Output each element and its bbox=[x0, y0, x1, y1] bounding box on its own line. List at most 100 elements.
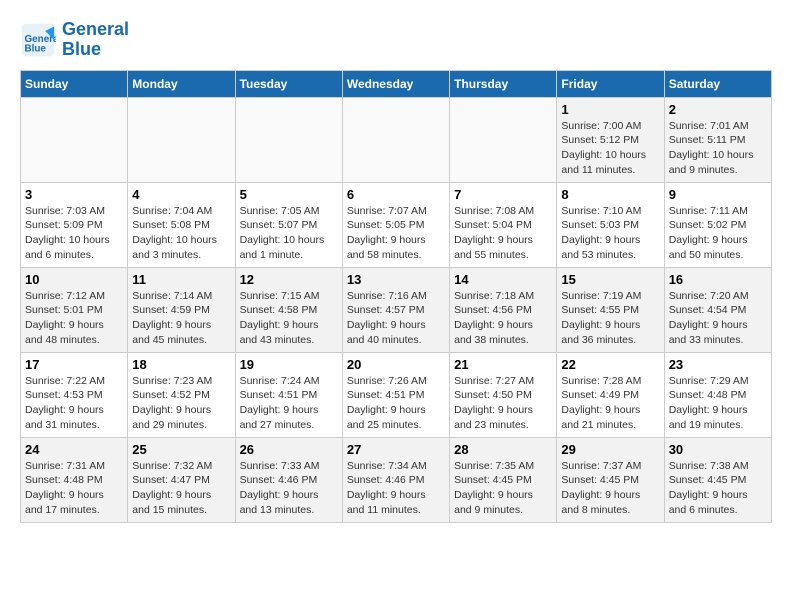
calendar-cell: 9 Sunrise: 7:11 AM Sunset: 5:02 PM Daylig… bbox=[664, 182, 771, 267]
day-number: 10 bbox=[25, 272, 123, 287]
calendar-cell: 13Sunrise: 7:16 AM Sunset: 4:57 PM Dayli… bbox=[342, 267, 449, 352]
calendar-cell: 19 Sunrise: 7:24 AM Sunset: 4:51 PM Dayli… bbox=[235, 352, 342, 437]
day-info: Sunrise: 7:31 AM Sunset: 4:48 PM Dayligh… bbox=[25, 459, 123, 518]
calendar-cell: 25 Sunrise: 7:32 AM Sunset: 4:47 PM Dayli… bbox=[128, 437, 235, 522]
calendar-cell: 23 Sunrise: 7:29 AM Sunset: 4:48 PM Dayli… bbox=[664, 352, 771, 437]
calendar-cell: 14Sunrise: 7:18 AM Sunset: 4:56 PM Dayli… bbox=[450, 267, 557, 352]
day-number: 11 bbox=[132, 272, 230, 287]
day-info: Sunrise: 7:33 AM Sunset: 4:46 PM Dayligh… bbox=[240, 459, 338, 518]
svg-text:Blue: Blue bbox=[25, 43, 47, 54]
calendar-cell: 1 Sunrise: 7:00 AM Sunset: 5:12 PM Daylig… bbox=[557, 97, 664, 182]
day-number: 3 bbox=[25, 187, 123, 202]
day-number: 16 bbox=[669, 272, 767, 287]
calendar-cell: 18 Sunrise: 7:23 AM Sunset: 4:52 PM Dayli… bbox=[128, 352, 235, 437]
calendar-cell: 7Sunrise: 7:08 AM Sunset: 5:04 PM Daylig… bbox=[450, 182, 557, 267]
day-number: 17 bbox=[25, 357, 123, 372]
calendar-cell: 15 Sunrise: 7:19 AM Sunset: 4:55 PM Dayli… bbox=[557, 267, 664, 352]
day-number: 28 bbox=[454, 442, 552, 457]
calendar-cell: 6 Sunrise: 7:07 AM Sunset: 5:05 PM Daylig… bbox=[342, 182, 449, 267]
calendar-cell: 12 Sunrise: 7:15 AM Sunset: 4:58 PM Dayli… bbox=[235, 267, 342, 352]
day-number: 25 bbox=[132, 442, 230, 457]
calendar-cell: 4 Sunrise: 7:04 AM Sunset: 5:08 PM Daylig… bbox=[128, 182, 235, 267]
day-info: Sunrise: 7:08 AM Sunset: 5:04 PM Dayligh… bbox=[454, 204, 552, 263]
calendar-cell bbox=[235, 97, 342, 182]
day-number: 6 bbox=[347, 187, 445, 202]
day-number: 9 bbox=[669, 187, 767, 202]
calendar-cell: 28 Sunrise: 7:35 AM Sunset: 4:45 PM Dayli… bbox=[450, 437, 557, 522]
day-info: Sunrise: 7:35 AM Sunset: 4:45 PM Dayligh… bbox=[454, 459, 552, 518]
calendar-body: 1 Sunrise: 7:00 AM Sunset: 5:12 PM Daylig… bbox=[21, 97, 772, 522]
day-number: 1 bbox=[561, 102, 659, 117]
day-info: Sunrise: 7:29 AM Sunset: 4:48 PM Dayligh… bbox=[669, 374, 767, 433]
calendar-cell: 17 Sunrise: 7:22 AM Sunset: 4:53 PM Dayli… bbox=[21, 352, 128, 437]
calendar-cell bbox=[342, 97, 449, 182]
calendar-cell: 16 Sunrise: 7:20 AM Sunset: 4:54 PM Dayli… bbox=[664, 267, 771, 352]
calendar-cell: 27 Sunrise: 7:34 AM Sunset: 4:46 PM Dayli… bbox=[342, 437, 449, 522]
calendar-week-row: 24 Sunrise: 7:31 AM Sunset: 4:48 PM Dayli… bbox=[21, 437, 772, 522]
day-info: Sunrise: 7:38 AM Sunset: 4:45 PM Dayligh… bbox=[669, 459, 767, 518]
day-info: Sunrise: 7:14 AM Sunset: 4:59 PM Dayligh… bbox=[132, 289, 230, 348]
logo-icon: General Blue bbox=[20, 22, 56, 58]
day-info: Sunrise: 7:20 AM Sunset: 4:54 PM Dayligh… bbox=[669, 289, 767, 348]
calendar-week-row: 3 Sunrise: 7:03 AM Sunset: 5:09 PM Daylig… bbox=[21, 182, 772, 267]
weekday-header: Thursday bbox=[450, 70, 557, 97]
day-info: Sunrise: 7:03 AM Sunset: 5:09 PM Dayligh… bbox=[25, 204, 123, 263]
weekday-header: Friday bbox=[557, 70, 664, 97]
day-number: 24 bbox=[25, 442, 123, 457]
calendar-cell: 10 Sunrise: 7:12 AM Sunset: 5:01 PM Dayli… bbox=[21, 267, 128, 352]
day-info: Sunrise: 7:15 AM Sunset: 4:58 PM Dayligh… bbox=[240, 289, 338, 348]
calendar-cell: 26 Sunrise: 7:33 AM Sunset: 4:46 PM Dayli… bbox=[235, 437, 342, 522]
day-number: 15 bbox=[561, 272, 659, 287]
calendar-cell: 21 Sunrise: 7:27 AM Sunset: 4:50 PM Dayli… bbox=[450, 352, 557, 437]
weekday-row: SundayMondayTuesdayWednesdayThursdayFrid… bbox=[21, 70, 772, 97]
day-info: Sunrise: 7:26 AM Sunset: 4:51 PM Dayligh… bbox=[347, 374, 445, 433]
day-info: Sunrise: 7:23 AM Sunset: 4:52 PM Dayligh… bbox=[132, 374, 230, 433]
weekday-header: Saturday bbox=[664, 70, 771, 97]
calendar-cell: 8Sunrise: 7:10 AM Sunset: 5:03 PM Daylig… bbox=[557, 182, 664, 267]
day-number: 29 bbox=[561, 442, 659, 457]
calendar-cell: 3 Sunrise: 7:03 AM Sunset: 5:09 PM Daylig… bbox=[21, 182, 128, 267]
day-info: Sunrise: 7:19 AM Sunset: 4:55 PM Dayligh… bbox=[561, 289, 659, 348]
day-info: Sunrise: 7:22 AM Sunset: 4:53 PM Dayligh… bbox=[25, 374, 123, 433]
calendar-cell: 20 Sunrise: 7:26 AM Sunset: 4:51 PM Dayli… bbox=[342, 352, 449, 437]
day-number: 21 bbox=[454, 357, 552, 372]
day-number: 27 bbox=[347, 442, 445, 457]
day-number: 2 bbox=[669, 102, 767, 117]
calendar-cell bbox=[128, 97, 235, 182]
day-number: 26 bbox=[240, 442, 338, 457]
header: General Blue GeneralBlue bbox=[20, 20, 772, 60]
day-number: 30 bbox=[669, 442, 767, 457]
weekday-header: Monday bbox=[128, 70, 235, 97]
day-number: 20 bbox=[347, 357, 445, 372]
day-number: 18 bbox=[132, 357, 230, 372]
day-number: 5 bbox=[240, 187, 338, 202]
calendar-week-row: 1 Sunrise: 7:00 AM Sunset: 5:12 PM Daylig… bbox=[21, 97, 772, 182]
day-number: 14 bbox=[454, 272, 552, 287]
day-info: Sunrise: 7:12 AM Sunset: 5:01 PM Dayligh… bbox=[25, 289, 123, 348]
day-number: 12 bbox=[240, 272, 338, 287]
day-info: Sunrise: 7:24 AM Sunset: 4:51 PM Dayligh… bbox=[240, 374, 338, 433]
day-info: Sunrise: 7:07 AM Sunset: 5:05 PM Dayligh… bbox=[347, 204, 445, 263]
day-info: Sunrise: 7:37 AM Sunset: 4:45 PM Dayligh… bbox=[561, 459, 659, 518]
day-number: 13 bbox=[347, 272, 445, 287]
calendar-cell: 11 Sunrise: 7:14 AM Sunset: 4:59 PM Dayli… bbox=[128, 267, 235, 352]
calendar-header: SundayMondayTuesdayWednesdayThursdayFrid… bbox=[21, 70, 772, 97]
day-info: Sunrise: 7:34 AM Sunset: 4:46 PM Dayligh… bbox=[347, 459, 445, 518]
day-info: Sunrise: 7:32 AM Sunset: 4:47 PM Dayligh… bbox=[132, 459, 230, 518]
weekday-header: Wednesday bbox=[342, 70, 449, 97]
calendar-cell bbox=[450, 97, 557, 182]
day-info: Sunrise: 7:00 AM Sunset: 5:12 PM Dayligh… bbox=[561, 119, 659, 178]
day-info: Sunrise: 7:10 AM Sunset: 5:03 PM Dayligh… bbox=[561, 204, 659, 263]
calendar-cell: 29 Sunrise: 7:37 AM Sunset: 4:45 PM Dayli… bbox=[557, 437, 664, 522]
calendar-cell: 22Sunrise: 7:28 AM Sunset: 4:49 PM Dayli… bbox=[557, 352, 664, 437]
day-number: 23 bbox=[669, 357, 767, 372]
calendar-week-row: 10 Sunrise: 7:12 AM Sunset: 5:01 PM Dayli… bbox=[21, 267, 772, 352]
day-info: Sunrise: 7:11 AM Sunset: 5:02 PM Dayligh… bbox=[669, 204, 767, 263]
weekday-header: Tuesday bbox=[235, 70, 342, 97]
day-number: 19 bbox=[240, 357, 338, 372]
weekday-header: Sunday bbox=[21, 70, 128, 97]
day-info: Sunrise: 7:27 AM Sunset: 4:50 PM Dayligh… bbox=[454, 374, 552, 433]
calendar-week-row: 17 Sunrise: 7:22 AM Sunset: 4:53 PM Dayli… bbox=[21, 352, 772, 437]
day-info: Sunrise: 7:04 AM Sunset: 5:08 PM Dayligh… bbox=[132, 204, 230, 263]
day-number: 4 bbox=[132, 187, 230, 202]
